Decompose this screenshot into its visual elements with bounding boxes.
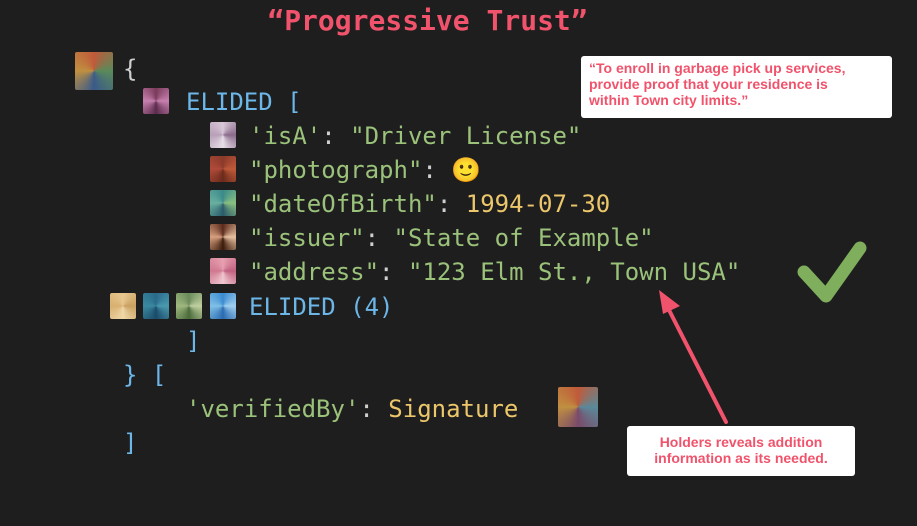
- decorations: [659, 241, 867, 424]
- checkmark-icon: [797, 241, 867, 303]
- arrow-icon: [659, 290, 728, 424]
